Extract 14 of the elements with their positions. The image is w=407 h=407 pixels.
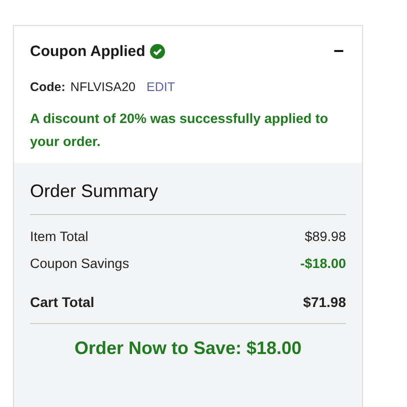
total-label: Cart Total xyxy=(30,294,94,310)
summary-title: Order Summary xyxy=(30,181,346,215)
coupon-title: Coupon Applied xyxy=(30,43,146,60)
row-value: $89.98 xyxy=(304,229,346,244)
edit-link[interactable]: EDIT xyxy=(146,80,175,94)
total-value: $71.98 xyxy=(303,294,346,310)
row-label: Item Total xyxy=(30,229,88,244)
coupon-code: NFLVISA20 xyxy=(70,80,136,94)
row-value: -$18.00 xyxy=(300,256,346,271)
row-label: Coupon Savings xyxy=(30,256,130,271)
collapse-button[interactable]: − xyxy=(331,41,346,62)
success-message: A discount of 20% was successfully applied to your order. xyxy=(30,110,330,151)
code-label: Code: xyxy=(30,80,66,94)
save-message: Order Now to Save: $18.00 xyxy=(74,338,302,358)
